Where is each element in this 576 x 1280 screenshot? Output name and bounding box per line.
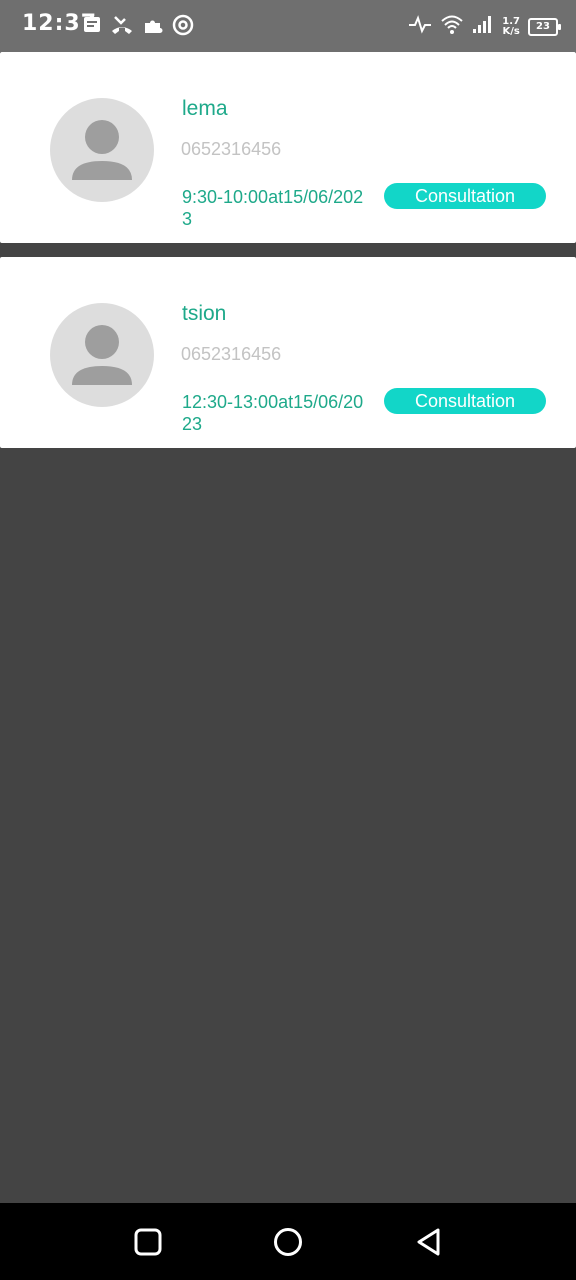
person-icon <box>72 120 132 180</box>
net-speed-value: 1.7 <box>502 15 520 27</box>
appointment-card[interactable]: tsion 0652316456 12:30-13:00at15/06/2023… <box>0 257 576 448</box>
avatar <box>50 303 154 407</box>
net-speed: 1.7 K/s <box>502 15 520 37</box>
appointment-time: 9:30-10:00at15/06/2023 <box>182 187 364 229</box>
consultation-button[interactable]: Consultation <box>384 183 546 209</box>
message-icon <box>82 15 102 40</box>
consultation-button[interactable]: Consultation <box>384 388 546 414</box>
screen: 12:37 1.7 K/s 23 lema 0652316456 9:30-10… <box>0 0 576 1280</box>
puzzle-icon <box>142 15 164 40</box>
home-icon[interactable] <box>273 1227 303 1257</box>
battery-icon: 23 <box>528 17 561 36</box>
status-left-icons <box>82 14 194 41</box>
patient-phone: 0652316456 <box>181 344 282 364</box>
appointment-card[interactable]: lema 0652316456 9:30-10:00at15/06/2023 C… <box>0 52 576 243</box>
person-icon <box>72 325 132 385</box>
patient-name: lema <box>182 97 228 120</box>
appointment-time: 12:30-13:00at15/06/2023 <box>182 392 364 434</box>
navigation-bar <box>0 1203 576 1280</box>
back-icon[interactable] <box>414 1227 444 1257</box>
missed-call-icon <box>110 15 134 40</box>
status-bar: 12:37 1.7 K/s 23 <box>0 0 576 52</box>
recents-icon[interactable] <box>133 1227 163 1257</box>
signal-icon <box>472 14 494 39</box>
activity-icon <box>408 14 432 39</box>
avatar <box>50 98 154 202</box>
patient-phone: 0652316456 <box>181 139 282 159</box>
wifi-icon <box>440 13 464 40</box>
net-speed-unit: K/s <box>502 25 520 37</box>
status-right-icons: 1.7 K/s 23 <box>408 13 561 40</box>
at-sign-icon <box>172 14 194 41</box>
patient-name: tsion <box>182 302 227 325</box>
